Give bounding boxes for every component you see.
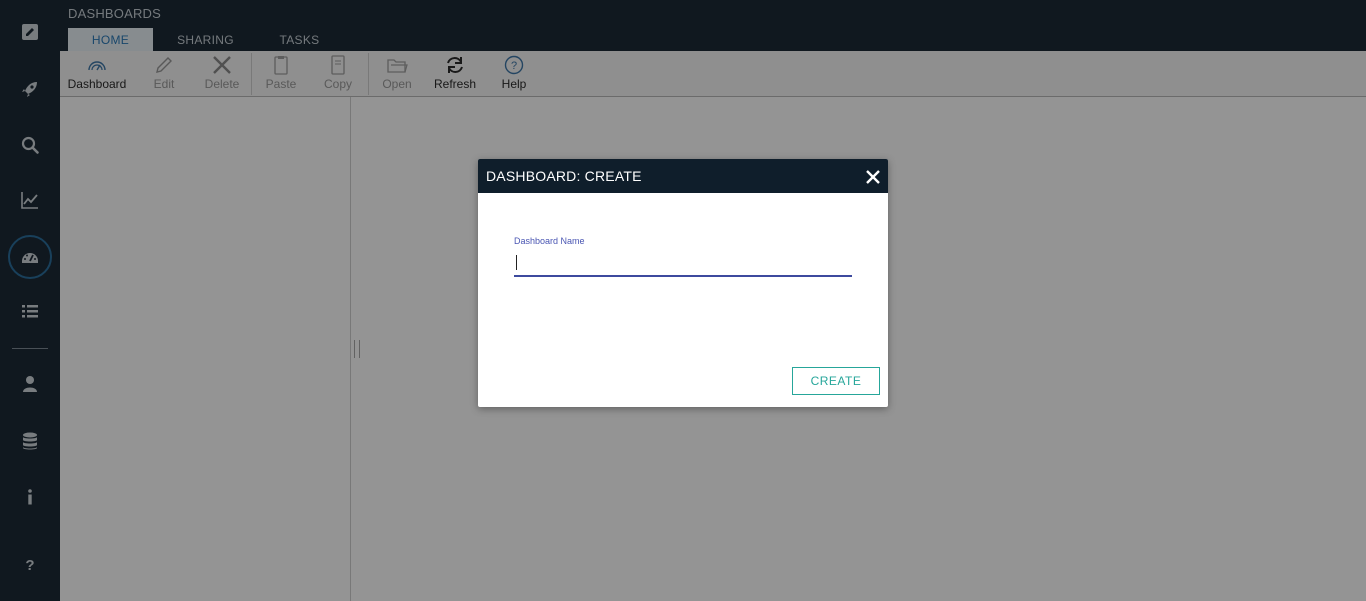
create-dashboard-dialog: DASHBOARD: CREATE Dashboard Name CREATE — [478, 159, 888, 407]
dialog-title: DASHBOARD: CREATE — [486, 168, 642, 184]
text-caret — [516, 255, 517, 270]
dashboard-name-label: Dashboard Name — [514, 236, 585, 246]
dialog-header: DASHBOARD: CREATE — [478, 159, 888, 193]
close-icon[interactable] — [864, 168, 882, 186]
create-button[interactable]: CREATE — [792, 367, 880, 395]
dashboard-name-input[interactable] — [514, 251, 852, 277]
